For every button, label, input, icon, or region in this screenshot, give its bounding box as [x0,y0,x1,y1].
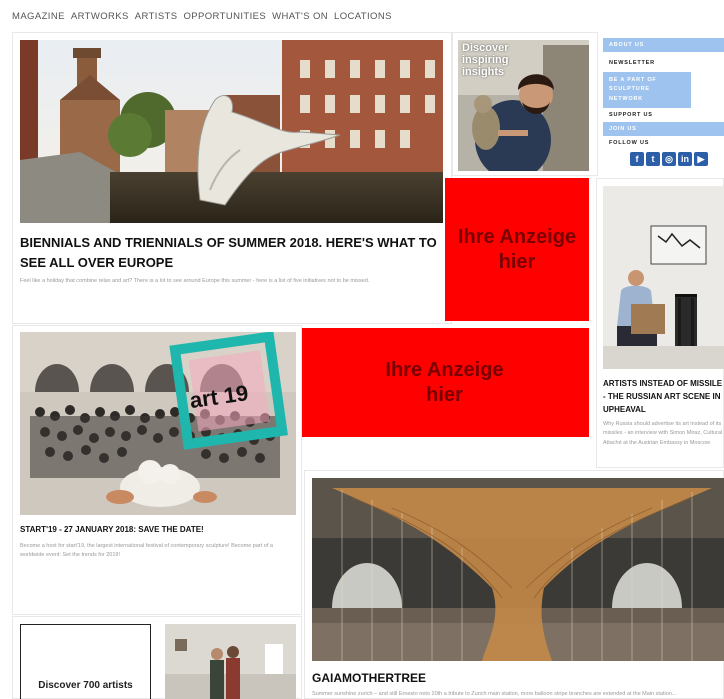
sidebar-item-newsletter[interactable]: NEWSLETTER [603,56,724,70]
sidebar-item-follow-us: FOLLOW US [603,136,724,151]
sidebar-menu: ABOUT US NEWSLETTER BE A PART OF SCULPTU… [603,38,724,167]
social-links: f t ◎ in ▶ [603,150,724,167]
article-image-start19-crowd[interactable]: art 19 [20,332,296,515]
nav-opportunities[interactable]: OPPORTUNITIES [184,11,267,22]
article-title-russian-art[interactable]: ARTISTS INSTEAD OF MISSILE - THE RUSSIAN… [603,377,724,416]
discover-artists-label[interactable]: Discover 700 artists [20,680,151,691]
promo-text: Discover inspiring insights [462,42,509,78]
nav-artists[interactable]: ARTISTS [135,11,178,22]
article-image-gaiamothertree[interactable] [312,478,724,661]
sidebar-item-join-us[interactable]: JOIN US [603,122,724,137]
article-excerpt-gaiamothertree: Summer sunshine zurich – and still Ernes… [312,691,677,697]
nav-locations[interactable]: LOCATIONS [334,11,392,22]
advertisement-slot-2[interactable]: Ihre Anzeige hier [300,328,589,437]
nav-whats-on[interactable]: WHAT'S ON [272,11,328,22]
sidebar-item-be-part[interactable]: BE A PART OF SCULPTURE NETWORK [603,72,691,109]
article-image-whale[interactable] [20,40,443,223]
sidebar-item-support-us[interactable]: SUPPORT US [603,108,724,123]
instagram-icon[interactable]: ◎ [662,152,676,167]
article-title-biennials[interactable]: BIENNIALS AND TRIENNIALS OF SUMMER 2018.… [20,233,445,273]
nav-artworks[interactable]: ARTWORKS [71,11,129,22]
youtube-icon[interactable]: ▶ [694,152,708,167]
gallery-image-visitors[interactable] [165,624,296,699]
article-title-start19[interactable]: START'19 - 27 JANUARY 2018: SAVE THE DAT… [20,524,296,536]
article-excerpt-russian-art: Why Russia should advertise its art inst… [603,421,723,446]
article-excerpt-start19: Become a host for start'19, the largest … [20,543,273,559]
advertisement-slot-1[interactable]: Ihre Anzeige hier [445,178,589,321]
nav-magazine[interactable]: MAGAZINE [12,11,65,22]
facebook-icon[interactable]: f [630,152,644,167]
main-nav: MAGAZINE ARTWORKS ARTISTS OPPORTUNITIES … [12,11,392,22]
sidebar-item-about-us[interactable]: ABOUT US [603,38,724,52]
twitter-icon[interactable]: t [646,152,660,167]
article-title-gaiamothertree[interactable]: GAIAMOTHERTREE [312,671,712,685]
article-image-interview[interactable] [603,186,724,369]
article-excerpt-biennials: Feel like a holiday that combine relax a… [20,278,370,284]
linkedin-icon[interactable]: in [678,152,692,167]
